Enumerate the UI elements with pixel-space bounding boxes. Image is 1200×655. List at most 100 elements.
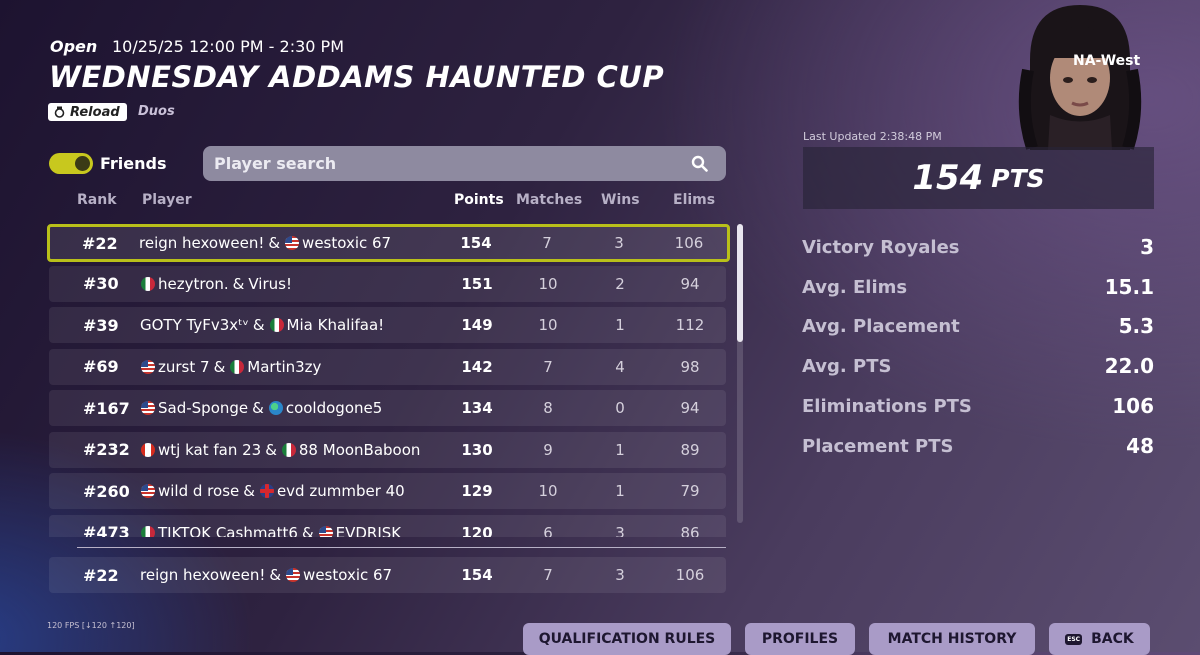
joiner: &: [213, 357, 226, 376]
stat-label: Avg. Placement: [802, 316, 960, 338]
points-cell: 154: [460, 234, 492, 252]
wins-cell: 1: [615, 316, 625, 334]
player-cell: Sad-Sponge & cooldogone5: [140, 390, 382, 426]
stat-value: 3: [1140, 235, 1154, 259]
rank-cell: #69: [83, 357, 119, 376]
elims-cell: 94: [680, 274, 700, 293]
rank-cell: #473: [83, 523, 130, 537]
player-name[interactable]: Martin3zy: [247, 358, 321, 376]
points-unit: PTS: [991, 163, 1045, 193]
table-row[interactable]: #39 GOTY TyFv3xᵗᵛ & Mia Khalifaa! 149 10 1 112: [49, 307, 726, 343]
player-name[interactable]: zurst 7: [158, 358, 210, 376]
flag-mx-icon: [269, 318, 284, 332]
search-input[interactable]: [203, 153, 676, 174]
table-row[interactable]: #22 reign hexoween! & westoxic 67 154 7 3 106: [47, 224, 730, 262]
wins-cell: 1: [615, 440, 625, 459]
player-cell: reign hexoween! & westoxic 67: [139, 227, 391, 259]
player-name[interactable]: Mia Khalifaa!: [287, 316, 385, 334]
elims-cell: 98: [680, 357, 700, 376]
player-name[interactable]: westoxic 67: [303, 566, 392, 584]
col-rank[interactable]: Rank: [77, 192, 117, 208]
player-name[interactable]: evd zummber 40: [277, 482, 405, 500]
points-cell: 130: [461, 440, 493, 459]
player-name[interactable]: EVDRISK: [336, 524, 402, 538]
points-cell: 134: [461, 399, 493, 417]
fps-counter: 120 FPS [↓120 ↑120]: [47, 621, 135, 630]
matches-cell: 10: [538, 274, 558, 293]
player-name[interactable]: wild d rose: [158, 482, 239, 500]
table-row[interactable]: #30 hezytron. & Virus! 151 10 2 94: [49, 265, 726, 302]
player-name[interactable]: hezytron.: [158, 275, 229, 293]
table-row[interactable]: #167 Sad-Sponge & cooldogone5 134 8 0 94: [49, 390, 726, 426]
stat-label: Victory Royales: [802, 237, 960, 258]
qualification-rules-button[interactable]: QUALIFICATION RULES: [523, 623, 731, 655]
elims-cell: 86: [680, 523, 700, 538]
player-name[interactable]: reign hexoween!: [139, 234, 264, 252]
matches-cell: 10: [538, 316, 558, 334]
matches-cell: 7: [543, 357, 553, 376]
region-label: NA-West: [1073, 53, 1141, 69]
player-name[interactable]: reign hexoween!: [140, 566, 265, 584]
stat-label: Placement PTS: [802, 435, 954, 457]
player-name[interactable]: Virus!: [248, 275, 292, 293]
player-name[interactable]: GOTY TyFv3xᵗᵛ: [140, 316, 249, 334]
flag-globe-icon: [268, 401, 283, 415]
wins-cell: 4: [615, 357, 625, 376]
match-history-button[interactable]: MATCH HISTORY: [869, 623, 1035, 655]
joiner: &: [232, 274, 245, 293]
col-matches[interactable]: Matches: [516, 192, 582, 208]
table-row[interactable]: #22 reign hexoween! & westoxic 67 154 7 3 106: [49, 557, 726, 593]
wins-cell: 0: [615, 399, 625, 417]
reload-icon: [54, 106, 65, 118]
flag-ca-icon: [141, 442, 155, 457]
leaderboard-list[interactable]: #22 reign hexoween! & westoxic 67 154 7 3 106 #3…: [0, 222, 740, 537]
player-cell: wtj kat fan 23 & 88 MoonBaboon: [140, 432, 420, 468]
flag-mx-icon: [141, 276, 155, 291]
table-row[interactable]: #69 zurst 7 & Martin3zy 142 7 4 98: [49, 348, 726, 385]
matches-cell: 8: [543, 399, 553, 417]
scrollbar-thumb[interactable]: [737, 224, 743, 342]
toggle-knob: [75, 156, 90, 171]
flag-us-icon: [285, 236, 300, 250]
flag-us-icon: [141, 359, 155, 374]
stat-label: Avg. Elims: [802, 276, 908, 298]
mode-badge: Reload: [48, 103, 127, 121]
player-cell: hezytron. & Virus!: [140, 266, 292, 302]
table-row[interactable]: #473 TIKTOK Cashmatt6 & EVDRISK 120 6 3 86: [49, 514, 726, 538]
back-button[interactable]: ESC BACK: [1049, 623, 1150, 655]
wins-cell: 3: [615, 566, 625, 584]
player-name[interactable]: westoxic 67: [302, 234, 391, 252]
character-portrait: [1018, 5, 1142, 150]
profiles-button[interactable]: PROFILES: [745, 623, 855, 655]
total-points: 154: [912, 158, 984, 198]
player-name[interactable]: 88 MoonBaboon: [299, 441, 421, 459]
player-name[interactable]: TIKTOK Cashmatt6: [158, 524, 298, 538]
joiner: &: [252, 316, 265, 334]
friends-toggle[interactable]: [49, 153, 93, 174]
points-cell: 129: [461, 482, 493, 500]
joiner: &: [269, 566, 282, 584]
event-status: Open: [50, 37, 98, 56]
player-cell: zurst 7 & Martin3zy: [140, 349, 321, 385]
stat-value: 48: [1126, 433, 1154, 458]
player-name[interactable]: Sad-Sponge: [158, 399, 248, 417]
col-wins[interactable]: Wins: [601, 192, 640, 208]
stat-label: Avg. PTS: [802, 356, 892, 378]
joiner: &: [301, 523, 314, 538]
player-name[interactable]: cooldogone5: [286, 399, 382, 417]
joiner: &: [252, 399, 264, 417]
player-name[interactable]: wtj kat fan 23: [158, 441, 261, 459]
friends-label: Friends: [100, 154, 167, 173]
col-elims[interactable]: Elims: [673, 192, 715, 208]
flag-mx-icon: [230, 359, 245, 374]
divider: [77, 547, 726, 548]
player-search[interactable]: [203, 146, 726, 181]
search-icon[interactable]: [691, 155, 708, 172]
col-player[interactable]: Player: [142, 192, 192, 208]
rank-cell: #22: [82, 233, 118, 253]
col-points[interactable]: Points: [454, 192, 504, 208]
joiner: &: [268, 234, 281, 252]
table-row[interactable]: #260 wild d rose & evd zummber 40 129 10 1 79: [49, 473, 726, 509]
stat-value: 15.1: [1104, 274, 1154, 299]
table-row[interactable]: #232 wtj kat fan 23 & 88 MoonBaboon 130 9 1 89: [49, 431, 726, 468]
